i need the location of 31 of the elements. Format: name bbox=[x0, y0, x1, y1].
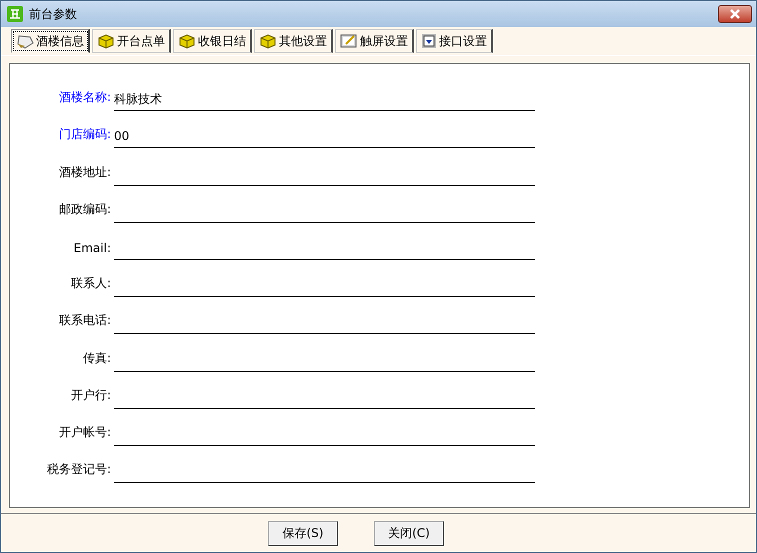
tab[interactable]: 酒楼信息 bbox=[11, 29, 90, 53]
dialog-button[interactable]: 保存(S) bbox=[268, 520, 338, 546]
box-icon bbox=[178, 33, 196, 49]
dialog-button[interactable]: 关闭(C) bbox=[374, 520, 444, 546]
field-label: 开户行: bbox=[70, 386, 112, 404]
tab[interactable]: 触屏设置 bbox=[335, 29, 414, 53]
pen-tablet-icon bbox=[340, 33, 358, 49]
tab[interactable]: 收银日结 bbox=[173, 29, 252, 53]
tab[interactable]: 开台点单 bbox=[92, 29, 171, 53]
tab[interactable]: 其他设置 bbox=[254, 29, 333, 53]
input-field[interactable]: 00 bbox=[114, 129, 535, 148]
tab[interactable]: 接口设置 bbox=[416, 29, 493, 53]
field-label: Email: bbox=[72, 240, 112, 257]
close-button[interactable] bbox=[718, 5, 752, 23]
field-label: 门店编码: bbox=[58, 126, 112, 144]
box-icon bbox=[97, 33, 115, 49]
field-label: 邮政编码: bbox=[58, 200, 112, 218]
field-label: 酒楼地址: bbox=[58, 164, 112, 181]
field-label: 联系人: bbox=[70, 275, 112, 292]
field-label: 联系电话: bbox=[58, 312, 112, 330]
notepad-icon bbox=[16, 33, 34, 49]
field-label: 税务登记号: bbox=[46, 461, 112, 478]
download-icon bbox=[421, 33, 437, 49]
field-label: 传真: bbox=[82, 350, 112, 366]
field-label: 酒楼名称: bbox=[58, 89, 112, 106]
field-label: 开户帐号: bbox=[58, 424, 112, 441]
input-field[interactable]: 科脉技术 bbox=[114, 92, 535, 112]
box-icon bbox=[259, 33, 277, 49]
app-icon bbox=[7, 6, 23, 22]
window-title: 前台参数 bbox=[29, 6, 78, 22]
close-icon bbox=[728, 9, 742, 19]
